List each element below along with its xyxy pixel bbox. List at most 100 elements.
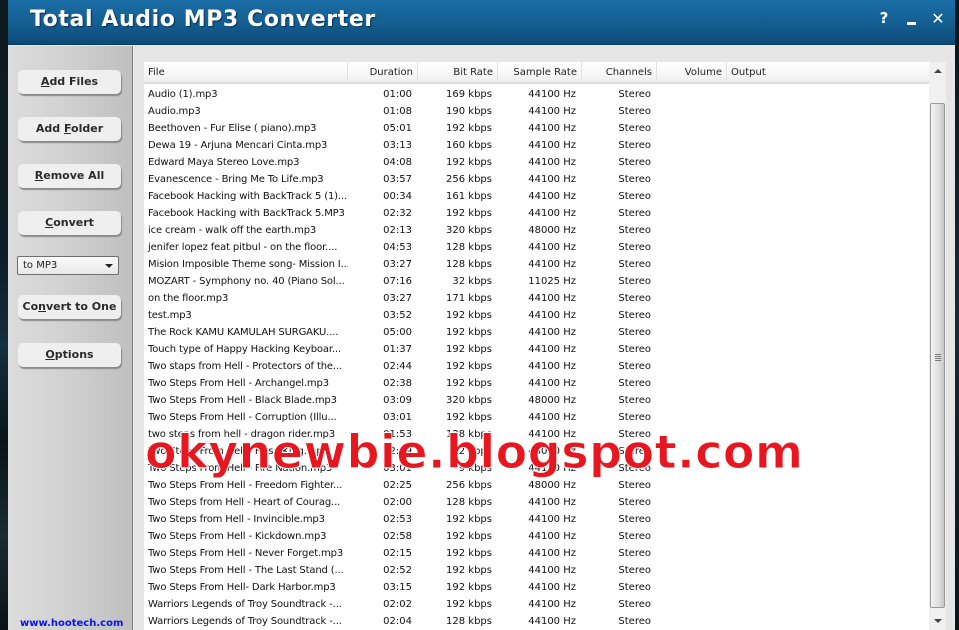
table-row[interactable]: Two Steps from Hell - Invincible.mp3 02:5… — [144, 511, 929, 528]
table-row[interactable]: Evanescence - Bring Me To Life.mp3 03:57 2… — [144, 171, 929, 188]
table-row[interactable]: Two Steps From Hell - False King.mp3 02:1… — [144, 443, 929, 460]
cell-sample-rate: 44100 Hz — [528, 140, 576, 151]
label-part: older — [71, 122, 104, 135]
table-row[interactable]: two steps from hell - dragon rider.mp3 01… — [144, 426, 929, 443]
column-header-channels[interactable]: Channels — [582, 62, 657, 84]
table-row[interactable]: Facebook Hacking with BackTrack 5.MP3 02:… — [144, 205, 929, 222]
cell-volume — [657, 392, 727, 409]
table-row[interactable]: jenifer lopez feat pitbul - on the floor… — [144, 239, 929, 256]
cell-file: test.mp3 — [148, 310, 192, 321]
options-button[interactable]: Options — [18, 343, 121, 367]
label-part: Add — [35, 122, 64, 135]
scroll-up-button[interactable] — [929, 62, 946, 79]
table-row[interactable]: ice cream - walk off the earth.mp3 02:13 3… — [144, 222, 929, 239]
output-format-value: to MP3 — [23, 260, 58, 271]
table-row[interactable]: Two Steps from Hell - Heart of Courag...… — [144, 494, 929, 511]
remove-all-button[interactable]: Remove All — [18, 164, 121, 188]
vertical-scrollbar[interactable] — [929, 62, 946, 630]
table-row[interactable]: Two Steps From Hell - Freedom Fighter...… — [144, 477, 929, 494]
convert-button[interactable]: Convert — [18, 211, 121, 235]
sidebar: Add Files Add Folder Remove All Convert … — [8, 46, 133, 630]
help-button[interactable]: ? — [874, 9, 894, 29]
cell-bit-rate: 192 kbps — [446, 327, 492, 338]
table-row[interactable]: Audio.mp3 01:08 190 kbps 44100 Hz Stereo — [144, 103, 929, 120]
cell-output — [727, 86, 929, 103]
add-folder-button[interactable]: Add Folder — [18, 117, 121, 141]
cell-output — [727, 358, 929, 375]
cell-bit-rate: 128 kbps — [446, 259, 492, 270]
cell-channels: Stereo — [618, 310, 651, 321]
cell-sample-rate: 44100 Hz — [528, 616, 576, 627]
table-row[interactable]: on the floor.mp3 03:27 171 kbps 44100 Hz Ste… — [144, 290, 929, 307]
table-row[interactable]: test.mp3 03:52 192 kbps 44100 Hz Stereo — [144, 307, 929, 324]
output-format-select[interactable]: to MP3 — [17, 256, 119, 275]
cell-volume — [657, 375, 727, 392]
app-window: Total Audio MP3 Converter ? ✕ Add Files … — [8, 0, 955, 630]
cell-duration: 02:13 — [383, 225, 412, 236]
cell-volume — [657, 188, 727, 205]
table-row[interactable]: Two Steps From Hell - Black Blade.mp3 03:… — [144, 392, 929, 409]
table-row[interactable]: Warriors Legends of Troy Soundtrack -...… — [144, 613, 929, 630]
table-row[interactable]: Facebook Hacking with BackTrack 5 (1)...… — [144, 188, 929, 205]
cell-channels: Stereo — [618, 208, 651, 219]
cell-volume — [657, 460, 727, 477]
cell-channels: Stereo — [618, 497, 651, 508]
table-row[interactable]: Audio (1).mp3 01:00 169 kbps 44100 Hz Stereo — [144, 86, 929, 103]
cell-bit-rate: 192 kbps — [446, 514, 492, 525]
table-row[interactable]: MOZART - Symphony no. 40 (Piano Sol... 07… — [144, 273, 929, 290]
minimize-button[interactable] — [902, 9, 922, 29]
cell-output — [727, 409, 929, 426]
cell-bit-rate: 128 kbps — [446, 616, 492, 627]
column-header-duration[interactable]: Duration — [348, 62, 418, 84]
table-row[interactable]: Beethoven - Fur Elise ( piano).mp3 05:01 1… — [144, 120, 929, 137]
file-list[interactable]: File Duration Bit Rate Sample Rate Chann… — [144, 62, 929, 630]
cell-sample-rate: 44100 Hz — [528, 344, 576, 355]
close-button[interactable]: ✕ — [928, 9, 948, 29]
cell-sample-rate: 48000 Hz — [528, 480, 576, 491]
scroll-down-button[interactable] — [929, 613, 946, 630]
table-row[interactable]: Two Steps From Hell - Archangel.mp3 02:38… — [144, 375, 929, 392]
column-header-bit-rate[interactable]: Bit Rate — [418, 62, 498, 84]
table-row[interactable]: Two Steps From Hell - Never Forget.mp3 02… — [144, 545, 929, 562]
table-row[interactable]: Two Steps From Hell - Kickdown.mp3 02:58 1… — [144, 528, 929, 545]
cell-bit-rate: 192 kbps — [446, 157, 492, 168]
table-row[interactable]: Warriors Legends of Troy Soundtrack -...… — [144, 596, 929, 613]
website-link[interactable]: www.hootech.com — [20, 618, 123, 629]
cell-file: Audio.mp3 — [148, 106, 201, 117]
title-bar[interactable]: Total Audio MP3 Converter ? ✕ — [8, 0, 955, 45]
column-header-output[interactable]: Output — [727, 62, 929, 84]
table-row[interactable]: Dewa 19 - Arjuna Mencari Cinta.mp3 03:13 1… — [144, 137, 929, 154]
cell-volume — [657, 239, 727, 256]
cell-file: Evanescence - Bring Me To Life.mp3 — [148, 174, 324, 185]
cell-bit-rate: 192 kbps — [446, 123, 492, 134]
convert-to-one-button[interactable]: Convert to One — [18, 295, 121, 319]
cell-output — [727, 375, 929, 392]
cell-sample-rate: 44100 Hz — [528, 514, 576, 525]
help-icon: ? — [879, 9, 889, 27]
table-row[interactable]: Edward Maya Stereo Love.mp3 04:08 192 kbps… — [144, 154, 929, 171]
table-row[interactable]: The Rock KAMU KAMULAH SURGAKU.... 05:00 19… — [144, 324, 929, 341]
cell-volume — [657, 256, 727, 273]
scroll-thumb[interactable] — [930, 103, 945, 608]
cell-duration: 03:57 — [383, 174, 412, 185]
cell-bit-rate: 169 kbps — [446, 89, 492, 100]
table-row[interactable]: Mision Imposible Theme song- Mission I..… — [144, 256, 929, 273]
cell-sample-rate: 44100 Hz — [528, 89, 576, 100]
table-row[interactable]: Two Steps From Hell- Dark Harbor.mp3 03:1… — [144, 579, 929, 596]
cell-sample-rate: 44100 Hz — [528, 310, 576, 321]
cell-duration: 02:44 — [383, 361, 412, 372]
table-row[interactable]: Two staps from Hell - Protectors of the.… — [144, 358, 929, 375]
cell-sample-rate: 48000 Hz — [528, 446, 576, 457]
table-row[interactable]: Touch type of Happy Hacking Keyboar... 01… — [144, 341, 929, 358]
cell-volume — [657, 494, 727, 511]
add-files-button[interactable]: Add Files — [18, 70, 121, 94]
table-row[interactable]: Two Steps From Hell - The Last Stand (..… — [144, 562, 929, 579]
table-row[interactable]: Two Steps From Hell - Fire Nation.mp3 03:… — [144, 460, 929, 477]
table-row[interactable]: Two Steps From Hell - Corruption (Illu..… — [144, 409, 929, 426]
cell-duration: 02:58 — [383, 531, 412, 542]
cell-file: Two Steps From Hell - False King.mp3 — [148, 446, 329, 457]
column-header-volume[interactable]: Volume — [657, 62, 727, 84]
column-header-file[interactable]: File — [144, 62, 348, 84]
column-header-sample-rate[interactable]: Sample Rate — [498, 62, 582, 84]
cell-volume — [657, 477, 727, 494]
